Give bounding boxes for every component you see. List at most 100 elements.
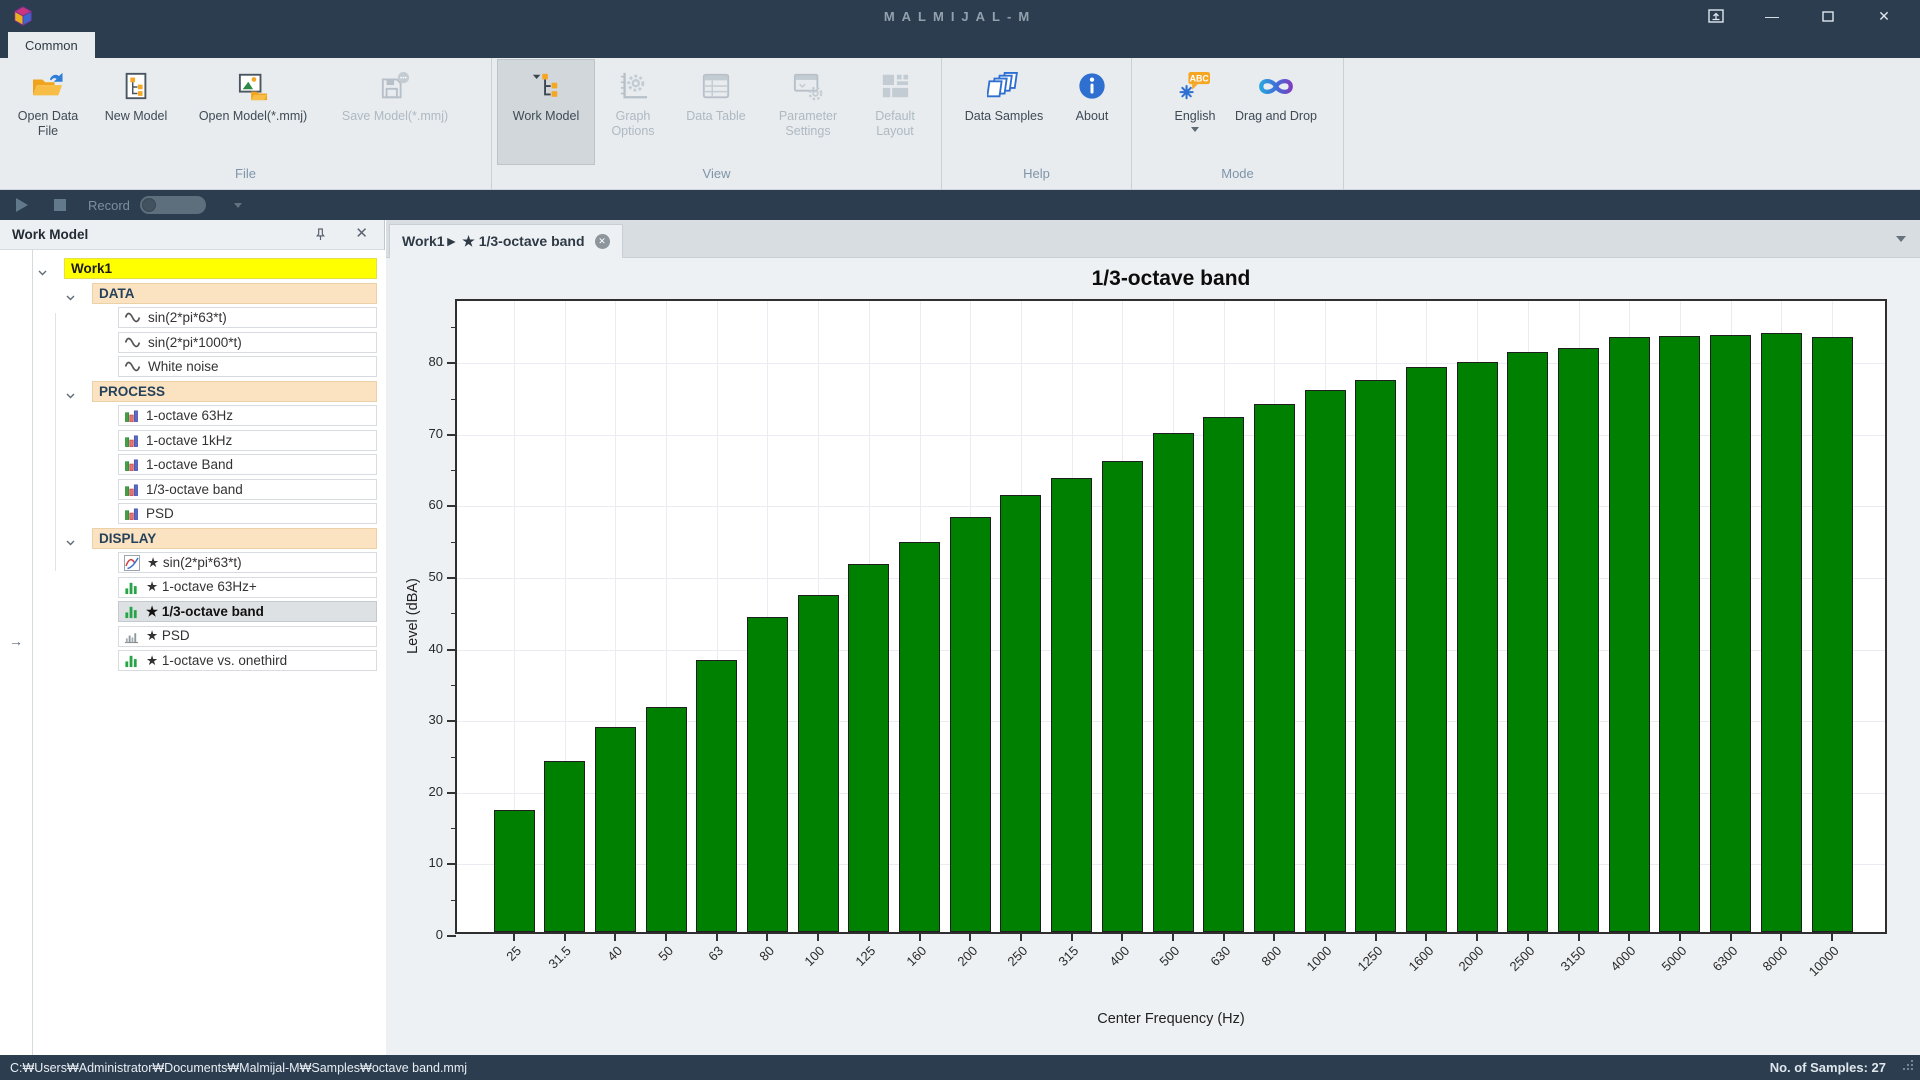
document-tab-bar: Work1► ★ 1/3-octave band ✕ [386, 220, 1920, 258]
work-model-button[interactable]: Work Model [498, 60, 594, 164]
chevron-down-icon[interactable] [66, 386, 75, 404]
x-tick [1223, 934, 1225, 941]
tab-common[interactable]: Common [8, 32, 95, 58]
tab-close-icon[interactable]: ✕ [595, 234, 610, 249]
ribbon-group-label-view: View [492, 164, 941, 189]
bar [696, 660, 737, 932]
about-icon [1077, 65, 1107, 107]
open-data-file-button[interactable]: Open Data File [6, 60, 90, 164]
sine-wave-icon [124, 334, 141, 351]
tree-item-label: 1-octave 1kHz [146, 433, 232, 448]
work-model-panel: Work Model ✕ → Work1 DATA [0, 220, 385, 1055]
button-label: Open Data File [6, 107, 90, 139]
y-tick [447, 863, 456, 865]
x-tick-label-text: 315 [1055, 943, 1081, 969]
tab-list-caret-icon[interactable] [1896, 236, 1906, 242]
tree-section-process[interactable]: PROCESS [92, 381, 377, 402]
x-tick [766, 934, 768, 941]
tree-item-label: ★ PSD [146, 628, 190, 644]
record-dropdown-caret-icon[interactable] [234, 203, 242, 208]
x-tick [868, 934, 870, 941]
document-tab-label: Work1► ★ 1/3-octave band [402, 233, 585, 250]
tree-item-1octave-band[interactable]: 1-octave Band [118, 454, 377, 475]
tree-item-sin1000[interactable]: sin(2*pi*1000*t) [118, 332, 377, 353]
x-tick [1628, 934, 1630, 941]
x-tick [513, 934, 515, 941]
bar [1406, 367, 1447, 932]
data-table-button[interactable]: Data Table [672, 60, 760, 164]
english-dropdown-caret-icon[interactable] [1191, 127, 1199, 132]
bar-chart-icon [124, 433, 139, 448]
new-model-button[interactable]: New Model [90, 60, 182, 164]
x-tick-label-text: 1600 [1405, 943, 1436, 974]
about-button[interactable]: About [1060, 60, 1124, 164]
x-tick [817, 934, 819, 941]
tree-item-display-onethird-octave-band-selected[interactable]: ★ 1/3-octave band [118, 601, 377, 622]
parameter-settings-icon [793, 65, 823, 107]
current-item-arrow-icon: → [9, 633, 23, 649]
document-tab[interactable]: Work1► ★ 1/3-octave band ✕ [389, 224, 623, 258]
y-tick-label: 0 [393, 927, 443, 942]
tree-item-onethird-octave-band[interactable]: 1/3-octave band [118, 479, 377, 500]
drag-and-drop-button[interactable]: Drag and Drop [1228, 60, 1324, 164]
tree-item-1octave-63hz[interactable]: 1-octave 63Hz [118, 405, 377, 426]
button-label: Data Table [684, 107, 748, 124]
data-samples-button[interactable]: Data Samples [948, 60, 1060, 164]
x-tick [919, 934, 921, 941]
panel-close-icon[interactable]: ✕ [355, 224, 368, 242]
chevron-down-icon[interactable] [38, 263, 47, 281]
maximize-button[interactable] [1800, 0, 1856, 32]
x-tick-label-text: 63 [706, 943, 727, 964]
tree-item-label: White noise [148, 359, 219, 374]
stop-button[interactable] [54, 199, 66, 211]
bar [595, 727, 636, 932]
chevron-down-icon[interactable] [66, 533, 75, 551]
english-button[interactable]: ABC English [1162, 60, 1228, 164]
tree-item-display-psd[interactable]: ★ PSD [118, 626, 377, 647]
button-label: Work Model [511, 107, 581, 124]
pin-icon[interactable] [315, 228, 326, 246]
status-samples-count: No. of Samples: 27 [1770, 1060, 1886, 1075]
bar [1659, 336, 1700, 932]
minimize-button[interactable]: — [1744, 0, 1800, 32]
chevron-down-icon[interactable] [66, 288, 75, 306]
ribbon-group-label-file: File [0, 164, 491, 189]
bar [1558, 348, 1599, 932]
y-tick [447, 505, 456, 507]
bar [1761, 333, 1802, 932]
x-tick [1375, 934, 1377, 941]
bar [1000, 495, 1041, 932]
close-button[interactable]: ✕ [1856, 0, 1912, 32]
save-model-button[interactable]: Save Model(*.mmj) [324, 60, 466, 164]
float-window-button[interactable] [1688, 0, 1744, 32]
resize-grip[interactable] [1902, 1058, 1914, 1076]
play-button[interactable] [16, 198, 28, 212]
tree-item-display-sin63[interactable]: ★ sin(2*pi*63*t) [118, 552, 377, 573]
default-layout-button[interactable]: Default Layout [856, 60, 934, 164]
tree-item-work1[interactable]: Work1 [64, 258, 377, 279]
tree-item-display-1octave-vs-onethird[interactable]: ★ 1-octave vs. onethird [118, 650, 377, 671]
tree-section-data[interactable]: DATA [92, 283, 377, 304]
green-bars-icon [124, 604, 139, 619]
tree-item-psd[interactable]: PSD [118, 503, 377, 524]
tree-item-display-1octave-63hz[interactable]: ★ 1-octave 63Hz+ [118, 577, 377, 598]
tree-section-display[interactable]: DISPLAY [92, 528, 377, 549]
default-layout-icon [880, 65, 910, 107]
open-data-file-icon [31, 65, 65, 107]
record-toggle[interactable] [140, 196, 206, 214]
graph-options-button[interactable]: Graph Options [594, 60, 672, 164]
tree-item-label: ★ 1-octave 63Hz+ [146, 579, 257, 595]
main-area: Work Model ✕ → Work1 DATA [0, 220, 1920, 1055]
tree-item-sin63[interactable]: sin(2*pi*63*t) [118, 307, 377, 328]
y-minor-tick [451, 828, 456, 829]
open-model-button[interactable]: Open Model(*.mmj) [182, 60, 324, 164]
line-chart-icon [124, 555, 140, 571]
tree-item-white-noise[interactable]: White noise [118, 356, 377, 377]
x-tick-label-text: 2500 [1506, 943, 1537, 974]
parameter-settings-button[interactable]: Parameter Settings [760, 60, 856, 164]
x-tick [1172, 934, 1174, 941]
x-tick-label-text: 8000 [1760, 943, 1791, 974]
tree-item-1octave-1khz[interactable]: 1-octave 1kHz [118, 430, 377, 451]
x-tick-label-text: 800 [1258, 943, 1284, 969]
x-tick-label-text: 1250 [1354, 943, 1385, 974]
